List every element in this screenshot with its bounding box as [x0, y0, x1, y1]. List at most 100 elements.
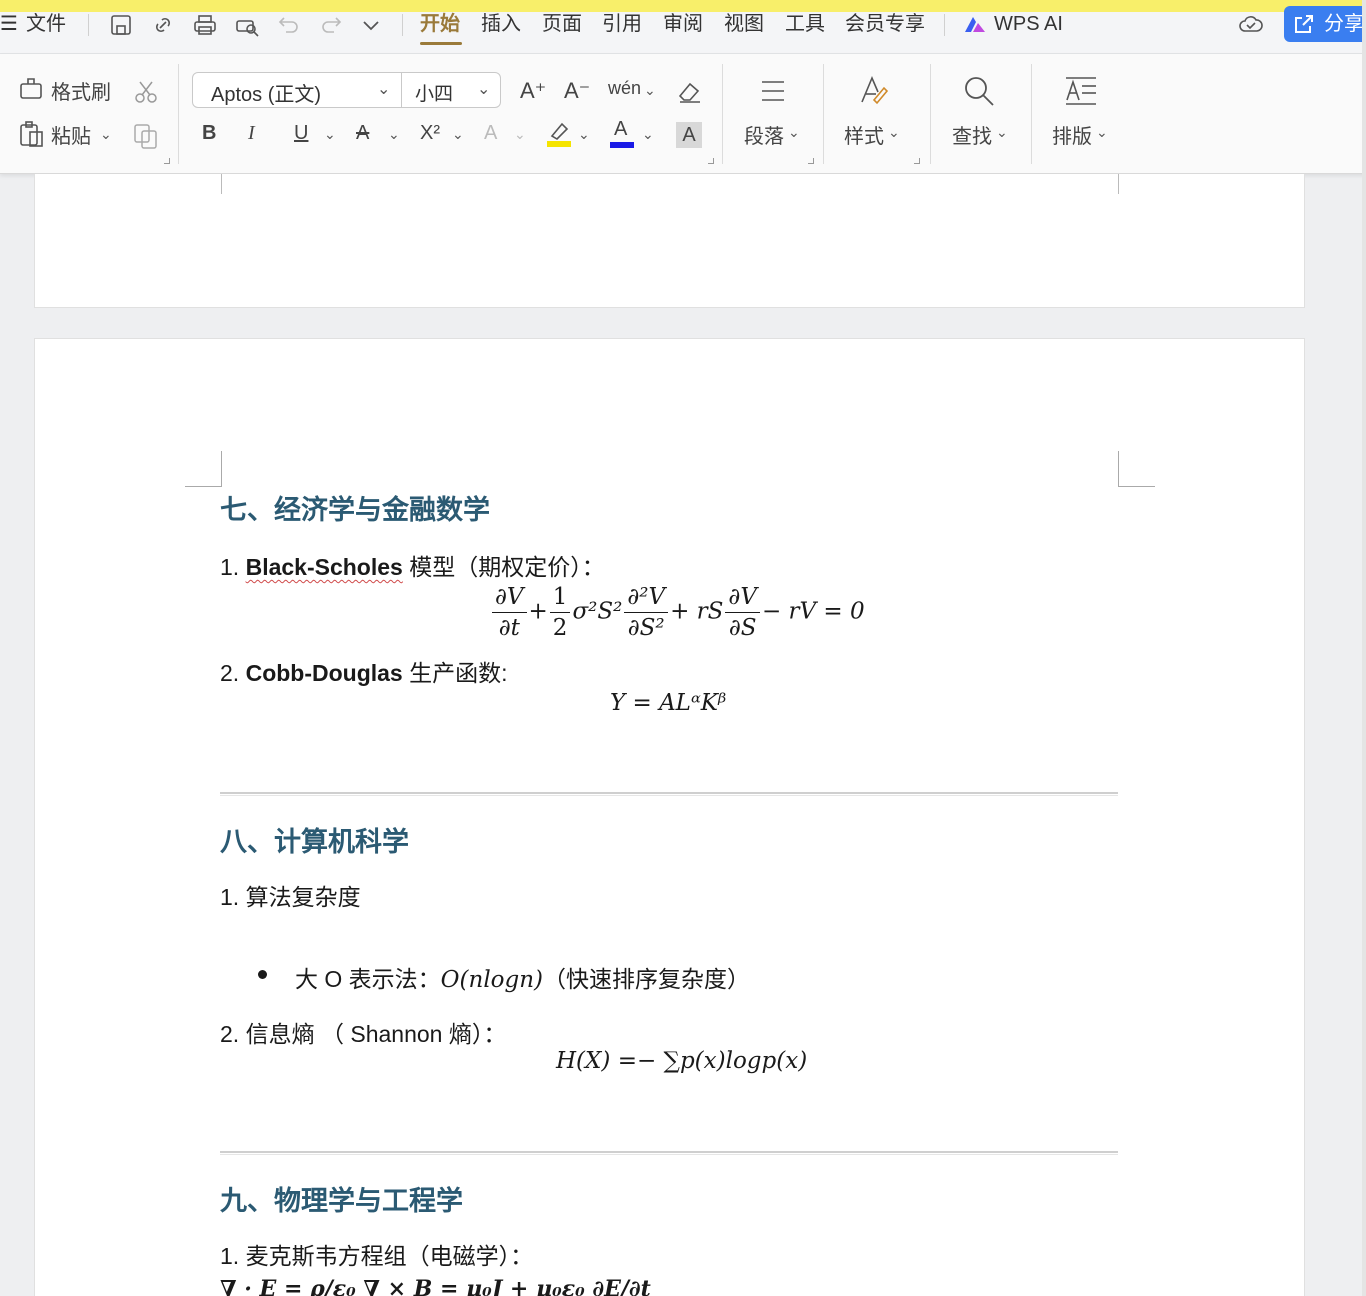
chevron-down-icon: ⌄	[788, 124, 800, 140]
chevron-down-icon: ⌄	[1096, 124, 1108, 140]
highlighter-icon	[547, 122, 571, 147]
denominator: ∂S	[728, 615, 757, 641]
bold-term: Cobb-Douglas	[245, 660, 403, 686]
wps-ai-logo-icon[interactable]	[962, 12, 988, 38]
save-icon[interactable]	[108, 12, 134, 38]
active-tab-indicator	[420, 42, 462, 45]
chevron-down-icon[interactable]	[358, 12, 384, 38]
crop-mark	[221, 174, 222, 194]
italic-button[interactable]: I	[248, 122, 255, 145]
styles-label: 样式	[844, 126, 884, 148]
font-box-divider	[401, 73, 402, 107]
char-shading-button[interactable]: A	[676, 122, 702, 148]
search-icon[interactable]	[962, 74, 996, 108]
pinyin-guide-button[interactable]: wén ⌄	[608, 78, 656, 99]
chevron-down-icon: ⌄	[514, 126, 526, 142]
grow-font-button[interactable]: A⁺	[520, 78, 546, 104]
format-painter-label: 格式刷	[51, 82, 111, 104]
chevron-down-icon[interactable]: ⌄	[477, 79, 490, 99]
share-icon	[1295, 15, 1313, 33]
item-text: （快速排序复杂度）	[543, 966, 751, 992]
bold-button[interactable]: B	[202, 122, 216, 145]
group-divider	[178, 64, 179, 164]
font-color-swatch	[610, 142, 634, 148]
paragraph-icon[interactable]	[758, 76, 788, 106]
numerator: ∂²V	[624, 582, 669, 613]
find-button[interactable]: 查找 ⌄	[952, 120, 1008, 149]
layout-button[interactable]: 排版 ⌄	[1052, 120, 1108, 149]
chevron-down-icon: ⌄	[324, 126, 336, 142]
text-effect-label: A	[484, 122, 498, 144]
title-strip	[0, 0, 1366, 12]
crop-mark	[1118, 486, 1155, 487]
font-selector[interactable]: Aptos (正文) ⌄ 小四 ⌄	[192, 72, 501, 108]
copy-icon[interactable]	[132, 122, 160, 150]
crop-mark	[221, 451, 222, 487]
tab-view[interactable]: 视图	[724, 12, 764, 36]
group-launcher-icon[interactable]	[808, 158, 814, 164]
superscript-label: X²	[420, 122, 440, 144]
share-label: 分享	[1324, 13, 1364, 35]
paragraph-label: 段落	[744, 126, 784, 148]
term: + rS	[670, 598, 724, 625]
font-color-label: A	[614, 118, 628, 140]
styles-icon[interactable]	[858, 74, 890, 108]
chevron-down-icon: ⌄	[452, 126, 464, 142]
group-launcher-icon[interactable]	[164, 158, 170, 164]
group-launcher-icon[interactable]	[914, 158, 920, 164]
tab-references[interactable]: 引用	[602, 12, 642, 36]
superscript-button[interactable]: X² ⌄	[420, 122, 464, 145]
cloud-sync-icon[interactable]	[1238, 12, 1264, 38]
group-launcher-icon[interactable]	[708, 158, 714, 164]
layout-icon[interactable]	[1064, 74, 1098, 108]
tab-member[interactable]: 会员专享	[845, 12, 925, 36]
cut-icon[interactable]	[132, 78, 160, 106]
paragraph-item: 1. Black-Scholes 模型（期权定价）：	[220, 548, 605, 582]
previous-page	[34, 174, 1305, 308]
tab-insert[interactable]: 插入	[481, 12, 521, 36]
text-effect-button[interactable]: A ⌄	[484, 122, 526, 145]
styles-button[interactable]: 样式 ⌄	[844, 120, 900, 149]
wps-ai-button[interactable]: WPS AI	[994, 12, 1063, 36]
menu-divider	[402, 14, 403, 36]
chevron-down-icon[interactable]: ⌄	[377, 79, 390, 99]
bullet-point	[258, 970, 267, 979]
paragraph-item: 1. 算法复杂度	[220, 884, 361, 910]
chevron-down-icon: ⌄	[644, 82, 656, 98]
ribbon-toolbar: 格式刷 粘贴 ⌄ Aptos (正文) ⌄ 小四 ⌄ A⁺ A⁻ wén ⌄ B…	[0, 54, 1366, 174]
denominator: ∂t	[498, 615, 520, 641]
font-size-value[interactable]: 小四	[415, 79, 453, 106]
tab-page[interactable]: 页面	[542, 12, 582, 36]
hamburger-icon[interactable]: ☰	[0, 12, 18, 36]
highlight-button[interactable]: ⌄	[546, 118, 590, 148]
redo-icon[interactable]	[318, 12, 344, 38]
chevron-down-icon: ⌄	[578, 126, 590, 142]
pinyin-label: wén	[608, 78, 642, 98]
paragraph-button[interactable]: 段落 ⌄	[744, 120, 800, 149]
operator: +	[528, 598, 548, 625]
fraction: ∂²V ∂S²	[624, 582, 669, 643]
undo-icon[interactable]	[276, 12, 302, 38]
underline-button[interactable]: U ⌄	[294, 122, 336, 145]
print-icon[interactable]	[192, 12, 218, 38]
tab-home[interactable]: 开始	[420, 12, 460, 36]
item-text: 模型（期权定价）：	[402, 554, 605, 580]
group-divider	[1031, 64, 1032, 164]
paragraph-item: 2. Cobb-Douglas 生产函数:	[220, 654, 508, 688]
chevron-down-icon: ⌄	[100, 126, 112, 142]
menu-file[interactable]: 文件	[26, 12, 66, 36]
horizontal-rule	[220, 792, 1118, 796]
shrink-font-button[interactable]: A⁻	[564, 78, 590, 104]
strikethrough-button[interactable]: A ⌄	[356, 122, 400, 145]
section-heading: 八、计算机科学	[220, 827, 409, 858]
tab-review[interactable]: 审阅	[663, 12, 703, 36]
tab-tools[interactable]: 工具	[785, 12, 825, 36]
share-link-icon[interactable]	[150, 12, 176, 38]
cobb-douglas-equation: Y = ALᵅKᵝ	[610, 690, 727, 716]
eraser-icon[interactable]	[676, 78, 704, 106]
numerator: 1	[549, 582, 571, 613]
fraction: ∂V ∂t	[492, 582, 527, 643]
vertical-scrollbar[interactable]	[1362, 0, 1366, 1296]
share-button[interactable]: 分享	[1284, 6, 1366, 42]
print-preview-icon[interactable]	[234, 12, 260, 38]
